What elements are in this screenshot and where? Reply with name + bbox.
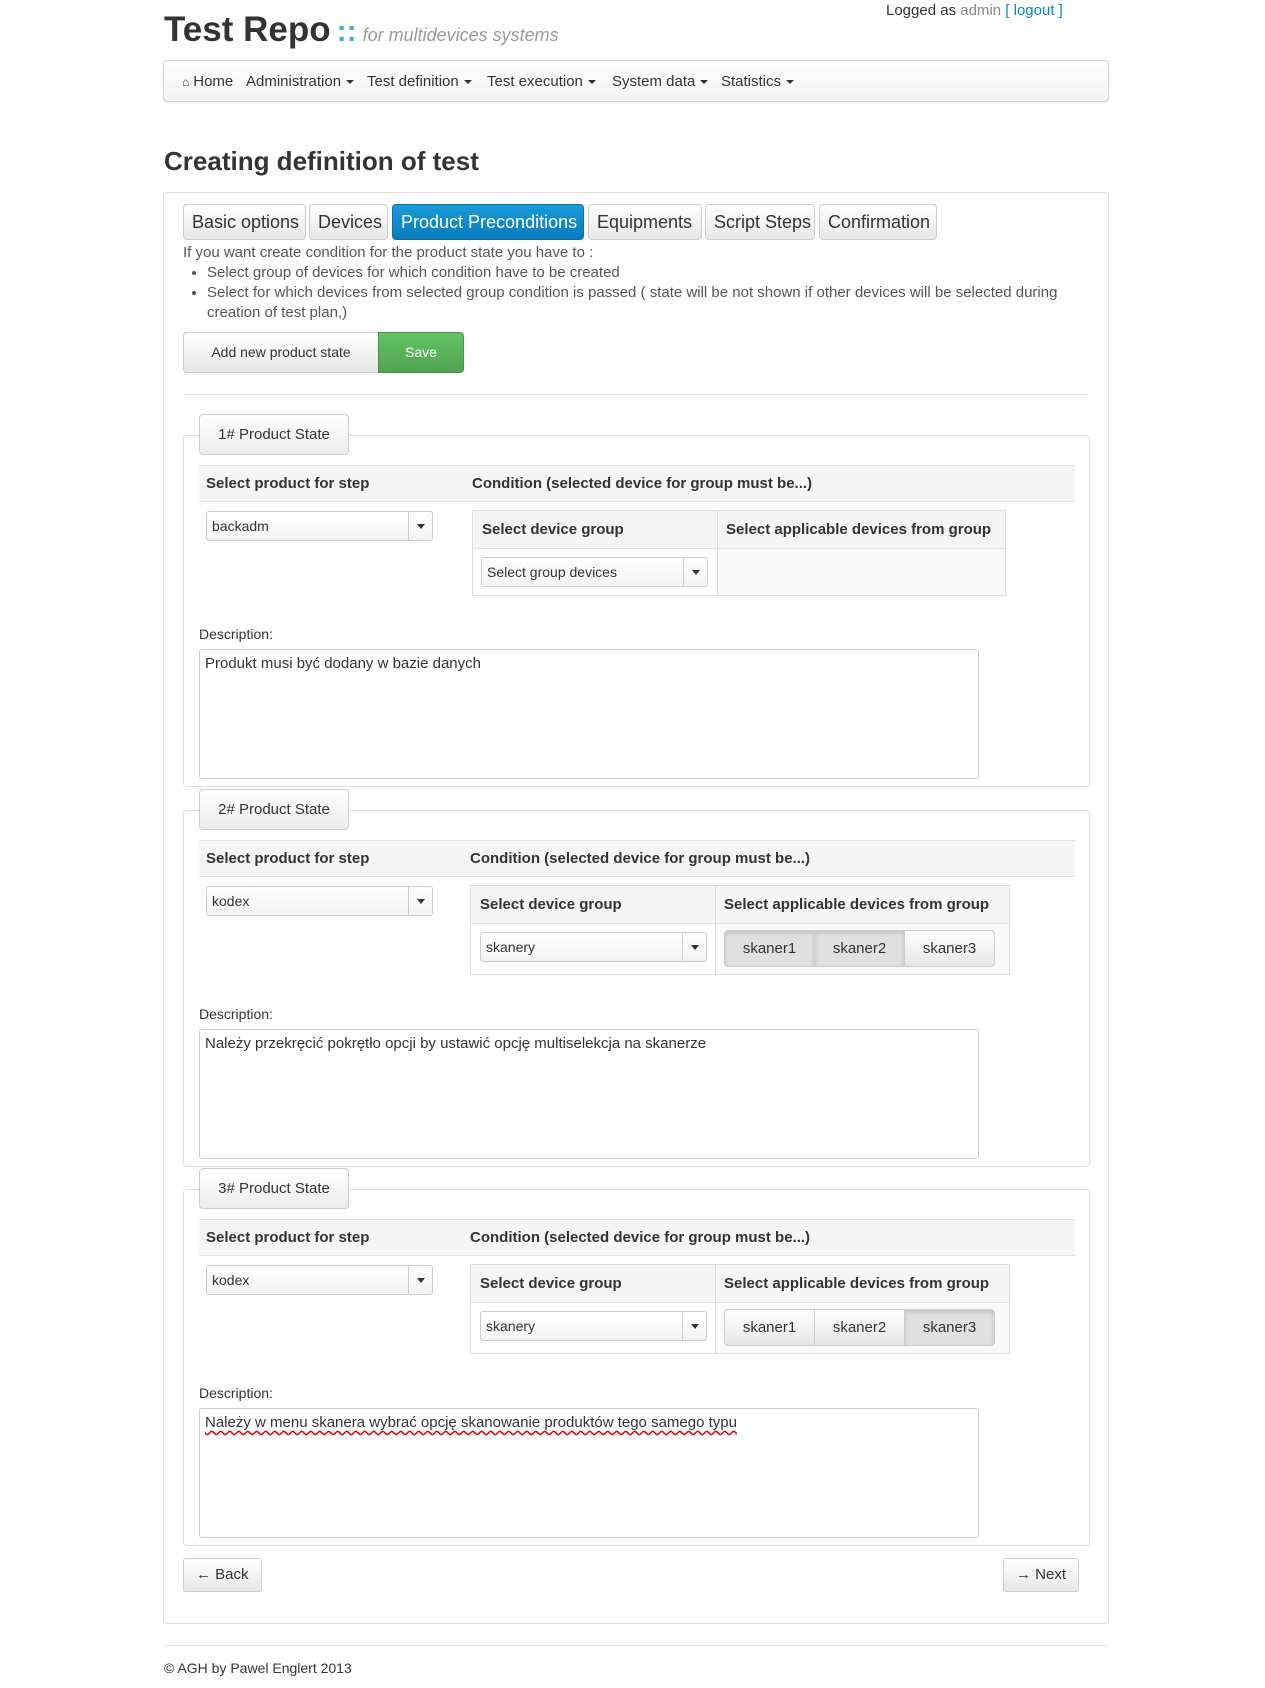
logged-as-label: Logged as bbox=[886, 2, 957, 19]
next-label: Next bbox=[1035, 1566, 1067, 1583]
instruction-item: Select for which devices from selected g… bbox=[207, 283, 1083, 323]
divider bbox=[183, 394, 1089, 395]
applicable-devices-header: Select applicable devices from group bbox=[726, 521, 992, 538]
chevron-down-icon bbox=[682, 933, 706, 961]
tab-equipments[interactable]: Equipments bbox=[588, 204, 702, 240]
nav-home-label: Home bbox=[193, 73, 234, 90]
nav-test-definition-label: Test definition bbox=[367, 73, 459, 90]
tab-basic-options[interactable]: Basic options bbox=[183, 204, 306, 240]
state-3-description-input[interactable]: Należy w menu skanera wybrać opcję skano… bbox=[199, 1408, 979, 1538]
state-2-legend: 2# Product State bbox=[199, 789, 349, 830]
caret-down-icon bbox=[700, 80, 709, 85]
nav-administration[interactable]: Administration bbox=[246, 73, 355, 90]
tab-devices[interactable]: Devices bbox=[309, 204, 388, 240]
arrow-right-icon: → bbox=[1016, 1566, 1031, 1583]
nav-administration-label: Administration bbox=[246, 73, 342, 90]
selected-device-group: Select group devices bbox=[487, 564, 617, 580]
nav-home[interactable]: ⌂ Home bbox=[182, 73, 233, 90]
tab-confirmation[interactable]: Confirmation bbox=[819, 204, 937, 240]
applicable-devices-header: Select applicable devices from group bbox=[724, 896, 990, 913]
caret-down-icon bbox=[587, 80, 596, 85]
state-2-header: Select product for step Condition (selec… bbox=[199, 840, 1075, 877]
selected-product: kodex bbox=[212, 1272, 250, 1288]
device-toggle-skaner1[interactable]: skaner1 bbox=[724, 1309, 815, 1346]
selected-device-group: skanery bbox=[486, 1318, 536, 1334]
product-column-header: Select product for step bbox=[206, 850, 370, 867]
selected-product: kodex bbox=[212, 893, 250, 909]
chevron-down-icon bbox=[408, 1266, 432, 1294]
state-1-description-input[interactable]: Produkt musi być dodany w bazie danych bbox=[199, 649, 979, 779]
device-group-header: Select device group bbox=[482, 521, 624, 538]
instructions: If you want create condition for the pro… bbox=[183, 243, 1083, 323]
condition-column-header: Condition (selected device for group mus… bbox=[470, 1229, 811, 1246]
device-toggle-skaner3[interactable]: skaner3 bbox=[904, 1309, 995, 1346]
device-toggle-skaner1[interactable]: skaner1 bbox=[724, 930, 815, 967]
product-column-header: Select product for step bbox=[206, 475, 370, 492]
state-2-description-input[interactable]: Należy przekręcić pokrętło opcji by usta… bbox=[199, 1029, 979, 1159]
state-3-product-select[interactable]: kodex bbox=[206, 1265, 433, 1295]
main-navbar: ⌂ Home Administration Test definition Tes… bbox=[163, 60, 1109, 102]
device-toggle-skaner2[interactable]: skaner2 bbox=[814, 930, 905, 967]
instruction-item: Select group of devices for which condit… bbox=[207, 263, 1083, 283]
save-button[interactable]: Save bbox=[378, 332, 464, 373]
nav-test-execution-label: Test execution bbox=[487, 73, 583, 90]
tab-product-preconditions[interactable]: Product Preconditions bbox=[392, 204, 584, 240]
page-title: Creating definition of test bbox=[164, 146, 479, 176]
description-label: Description: bbox=[199, 1385, 273, 1401]
app-tagline: for multidevices systems bbox=[362, 25, 559, 45]
description-label: Description: bbox=[199, 626, 273, 642]
selected-product: backadm bbox=[212, 518, 269, 534]
chevron-down-icon bbox=[683, 558, 707, 586]
device-toggle-skaner3[interactable]: skaner3 bbox=[904, 930, 995, 967]
device-group-header: Select device group bbox=[480, 896, 622, 913]
state-3-description-text: Należy w menu skanera wybrać opcję skano… bbox=[205, 1414, 737, 1431]
footer-divider bbox=[163, 1645, 1109, 1646]
caret-down-icon bbox=[463, 80, 472, 85]
state-1-device-group-select[interactable]: Select group devices bbox=[481, 557, 708, 587]
footer: © AGH by Pawel Englert 2013 bbox=[164, 1660, 352, 1676]
nav-system-data[interactable]: System data bbox=[612, 73, 709, 90]
back-button[interactable]: ← Back bbox=[183, 1558, 262, 1592]
state-2-product-select[interactable]: kodex bbox=[206, 886, 433, 916]
chevron-down-icon bbox=[408, 512, 432, 540]
nav-statistics[interactable]: Statistics bbox=[721, 73, 795, 90]
add-product-state-button[interactable]: Add new product state bbox=[183, 332, 379, 373]
selected-device-group: skanery bbox=[486, 939, 536, 955]
next-button[interactable]: → Next bbox=[1003, 1558, 1080, 1592]
arrow-left-icon: ← bbox=[196, 1566, 211, 1583]
app-name: Test Repo bbox=[164, 10, 331, 49]
back-label: Back bbox=[215, 1566, 249, 1583]
caret-down-icon bbox=[346, 80, 355, 85]
nav-test-definition[interactable]: Test definition bbox=[367, 73, 472, 90]
condition-column-header: Condition (selected device for group mus… bbox=[470, 850, 811, 867]
caret-down-icon bbox=[786, 80, 795, 85]
chevron-down-icon bbox=[682, 1312, 706, 1340]
nav-statistics-label: Statistics bbox=[721, 73, 782, 90]
nav-test-execution[interactable]: Test execution bbox=[487, 73, 596, 90]
device-toggle-skaner2[interactable]: skaner2 bbox=[814, 1309, 905, 1346]
state-1-product-select[interactable]: backadm bbox=[206, 511, 433, 541]
logout-link[interactable]: [ logout ] bbox=[1005, 2, 1063, 19]
state-3-header: Select product for step Condition (selec… bbox=[199, 1219, 1075, 1256]
state-1-legend: 1# Product State bbox=[199, 414, 349, 455]
device-group-header: Select device group bbox=[480, 1275, 622, 1292]
nav-system-data-label: System data bbox=[612, 73, 696, 90]
condition-column-header: Condition (selected device for group mus… bbox=[472, 475, 813, 492]
login-info: Logged as admin [ logout ] bbox=[886, 2, 1063, 19]
state-3-legend: 3# Product State bbox=[199, 1168, 349, 1209]
state-1-header: Select product for step Condition (selec… bbox=[199, 465, 1075, 502]
tab-script-steps[interactable]: Script Steps bbox=[705, 204, 815, 240]
instructions-text: If you want create condition for the pro… bbox=[183, 244, 594, 261]
brand-separator: :: bbox=[336, 15, 357, 48]
brand: Test Repo:: for multidevices systems bbox=[164, 10, 559, 50]
state-2-device-group-select[interactable]: skanery bbox=[480, 932, 707, 962]
username: admin bbox=[960, 2, 1002, 19]
home-icon: ⌂ bbox=[182, 75, 190, 89]
product-column-header: Select product for step bbox=[206, 1229, 370, 1246]
state-3-device-group-select[interactable]: skanery bbox=[480, 1311, 707, 1341]
chevron-down-icon bbox=[408, 887, 432, 915]
description-label: Description: bbox=[199, 1006, 273, 1022]
applicable-devices-header: Select applicable devices from group bbox=[724, 1275, 990, 1292]
